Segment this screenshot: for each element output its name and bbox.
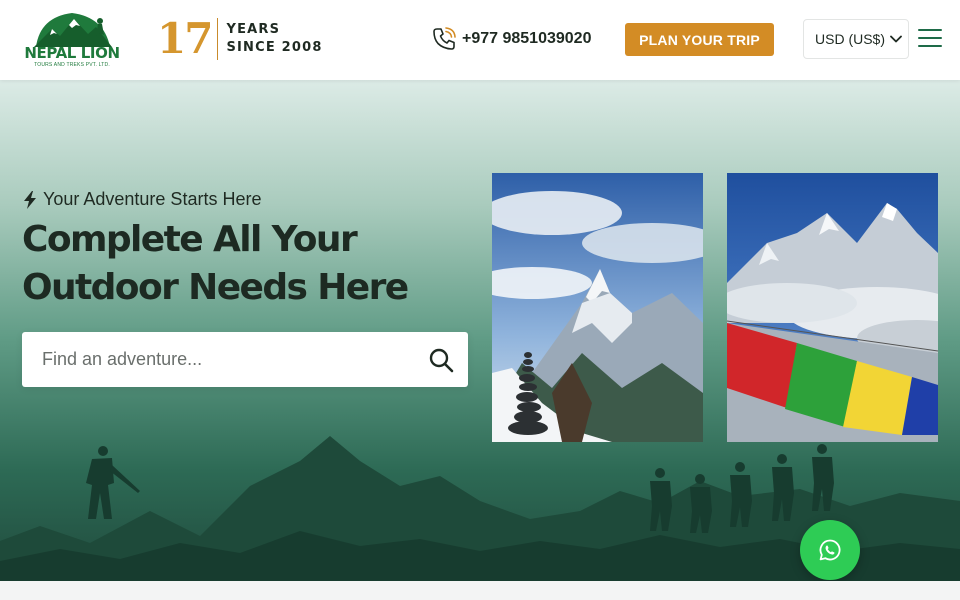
whatsapp-chat-button[interactable] — [800, 520, 860, 580]
adventure-search-bar — [22, 332, 468, 387]
plan-your-trip-button[interactable]: PLAN YOUR TRIP — [625, 23, 774, 56]
site-header: NEPAL LION TOURS AND TREKS PVT. LTD. 17 … — [0, 0, 960, 80]
hero-tagline: Your Adventure Starts Here — [22, 189, 261, 210]
menu-bar-top — [918, 29, 942, 31]
everest-prayer-flags-image — [727, 173, 938, 442]
hero-tagline-text: Your Adventure Starts Here — [43, 189, 262, 209]
years-badge: 17 YEARS SINCE 2008 — [157, 15, 323, 63]
years-divider — [217, 18, 219, 60]
whatsapp-icon — [819, 539, 841, 561]
phone-number[interactable]: +977 9851039020 — [462, 30, 591, 48]
years-caption-line1: YEARS — [226, 22, 281, 37]
bolt-icon — [24, 190, 36, 209]
hero-photo-mountain-cairn — [492, 173, 703, 442]
phone-contact[interactable]: +977 9851039020 — [431, 25, 591, 53]
menu-bar-middle — [918, 37, 942, 39]
currency-label: USD (US$) — [815, 31, 886, 47]
hamburger-menu-icon[interactable] — [918, 27, 942, 49]
years-caption: YEARS SINCE 2008 — [226, 21, 322, 57]
site-logo[interactable]: NEPAL LION TOURS AND TREKS PVT. LTD. — [22, 9, 122, 71]
logo-tagline: TOURS AND TREKS PVT. LTD. — [34, 62, 110, 68]
hiker-silhouette-left — [86, 446, 140, 519]
hero-section: Your Adventure Starts Here Complete All … — [0, 80, 960, 581]
hero-headline-line1: Complete All Your — [22, 219, 358, 260]
hero-headline: Complete All Your Outdoor Needs Here — [22, 216, 462, 312]
phone-icon — [433, 27, 456, 50]
hero-headline-line2: Outdoor Needs Here — [22, 267, 409, 308]
mountain-cairn-image — [492, 173, 703, 442]
lion-mountain-logo-icon — [34, 13, 112, 47]
menu-bar-bottom — [918, 45, 942, 47]
chevron-down-icon — [890, 35, 902, 43]
logo-wordmark: NEPAL LION — [24, 44, 120, 62]
years-number: 17 — [157, 14, 213, 63]
search-input[interactable] — [22, 332, 422, 387]
search-icon[interactable] — [428, 347, 454, 373]
years-caption-line2: SINCE 2008 — [226, 40, 323, 55]
hero-photo-everest-prayer-flags — [727, 173, 938, 442]
currency-selector[interactable]: USD (US$) — [803, 19, 909, 59]
